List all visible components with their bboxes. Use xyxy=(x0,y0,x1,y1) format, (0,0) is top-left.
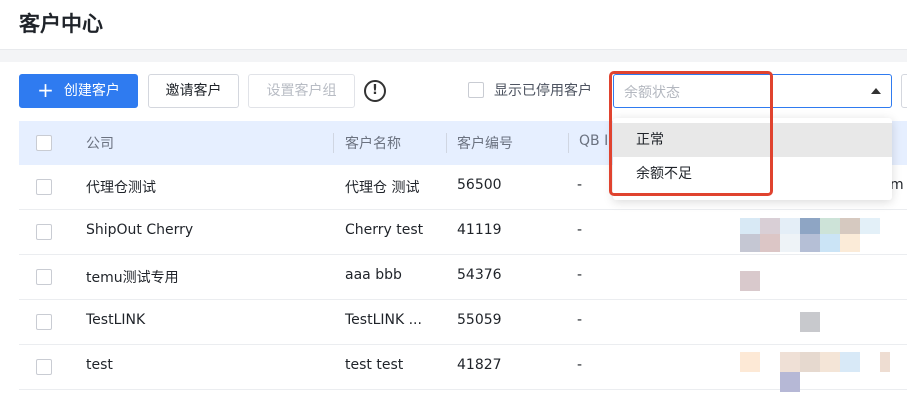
plus-icon: + xyxy=(37,78,54,102)
column-header-qb[interactable]: QB I xyxy=(579,133,608,149)
info-circle-icon[interactable]: ! xyxy=(364,80,386,102)
partial-edge-button[interactable] xyxy=(901,74,907,108)
page-title: 客户中心 xyxy=(19,12,103,36)
table-row[interactable]: TestLINK TestLINK ... 55059 - xyxy=(19,300,907,345)
cell-qb: - xyxy=(577,222,583,238)
header-separator xyxy=(0,50,907,62)
table-row[interactable]: temu测试专用 aaa bbb 54376 - xyxy=(19,255,907,300)
row-checkbox[interactable] xyxy=(36,224,52,240)
cell-customer-number: 56500 xyxy=(457,177,502,193)
invite-customer-button[interactable]: 邀请客户 xyxy=(148,74,239,108)
row-checkbox[interactable] xyxy=(36,269,52,285)
cell-customer-number: 54376 xyxy=(457,267,502,283)
cell-customer-number: 55059 xyxy=(457,312,502,328)
cell-customer-name: test test xyxy=(345,357,404,373)
column-header-customer-number[interactable]: 客户编号 xyxy=(457,133,513,153)
cell-qb: - xyxy=(577,357,583,373)
row-checkbox[interactable] xyxy=(36,179,52,195)
cell-company: test xyxy=(86,357,113,373)
create-customer-label: 创建客户 xyxy=(63,83,120,99)
cell-qb: - xyxy=(577,177,583,193)
row-checkbox[interactable] xyxy=(36,359,52,375)
cell-customer-name: aaa bbb xyxy=(345,267,402,283)
column-divider xyxy=(446,133,447,153)
cell-company: temu测试专用 xyxy=(86,270,179,286)
column-header-company[interactable]: 公司 xyxy=(86,133,114,153)
cell-customer-number: 41119 xyxy=(457,222,502,238)
row-checkbox[interactable] xyxy=(36,314,52,330)
select-all-checkbox[interactable] xyxy=(36,135,52,151)
cell-customer-name: TestLINK ... xyxy=(345,312,422,328)
create-customer-button[interactable]: + 创建客户 xyxy=(19,74,138,108)
cell-qb: - xyxy=(577,267,583,283)
annotation-highlight-box xyxy=(609,71,773,196)
truncated-cell-text: m xyxy=(890,177,904,193)
cell-company: 代理仓测试 xyxy=(86,180,156,196)
customer-center-page: 客户中心 + 创建客户 邀请客户 设置客户组 ! 显示已停用客户 余额状态 公司 … xyxy=(0,0,907,400)
cell-company: TestLINK xyxy=(86,312,146,328)
column-header-customer-name[interactable]: 客户名称 xyxy=(345,133,401,153)
column-divider xyxy=(333,133,334,153)
cell-customer-name: 代理仓 测试 xyxy=(345,180,420,196)
set-customer-group-button[interactable]: 设置客户组 xyxy=(248,74,355,108)
cell-company: ShipOut Cherry xyxy=(86,222,194,238)
column-divider xyxy=(568,133,569,153)
cell-qb: - xyxy=(577,312,583,328)
table-row[interactable]: test test test 41827 - xyxy=(19,345,907,390)
page-header: 客户中心 xyxy=(0,0,907,50)
show-disabled-label: 显示已停用客户 xyxy=(494,83,592,99)
caret-up-icon xyxy=(871,88,881,94)
show-disabled-checkbox[interactable] xyxy=(468,82,484,98)
cell-customer-name: Cherry test xyxy=(345,222,424,238)
cell-customer-number: 41827 xyxy=(457,357,502,373)
